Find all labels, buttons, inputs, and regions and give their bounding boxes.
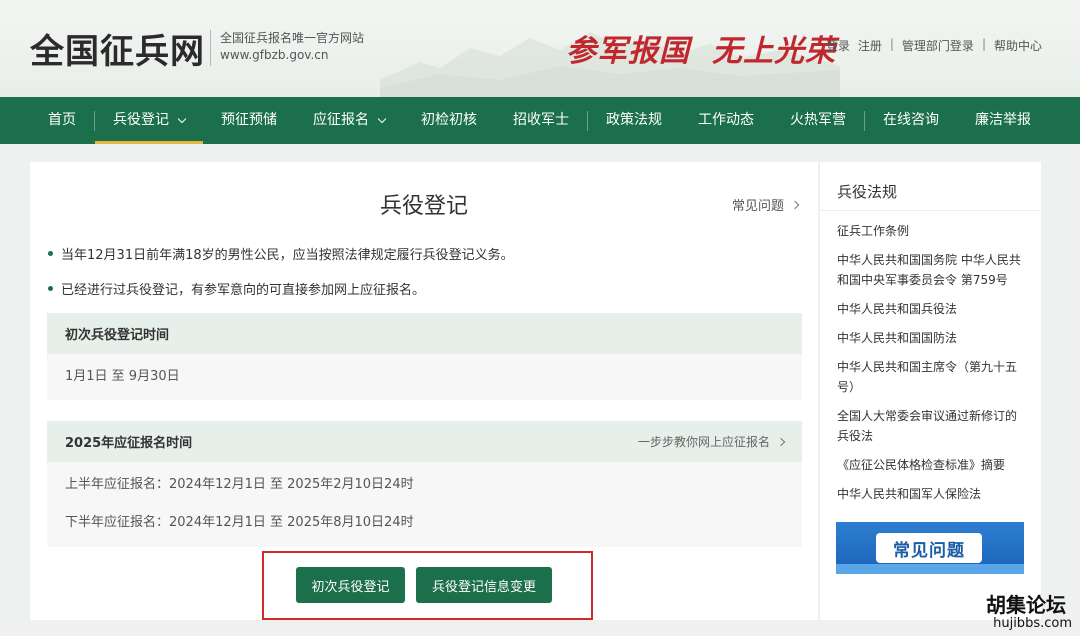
nav-label: 应征报名 [313, 112, 369, 128]
slogan-part2: 无上光荣 [712, 34, 836, 69]
nav-label: 工作动态 [698, 112, 754, 128]
site-header: 全国征兵网 全国征兵报名唯一官方网站 www.gfbzb.gov.cn 参军报国… [0, 0, 1080, 97]
nav-initial-check[interactable]: 初检初核 [403, 97, 495, 144]
enlistment-guide-link[interactable]: 一步步教你网上应征报名 [637, 433, 786, 450]
logo-divider [210, 30, 211, 66]
chevron-right-icon [776, 437, 786, 446]
nav-home[interactable]: 首页 [30, 97, 94, 144]
main-nav: 首页 兵役登记 预征预储 应征报名 初检初核 招收军士 政策法规 工作动态 火热… [0, 97, 1080, 144]
top-links: 登录 注册 | 管理部门登录 | 帮助中心 [826, 37, 1042, 54]
bullet-text: 已经进行过兵役登记，有参军意向的可直接参加网上应征报名。 [61, 282, 426, 298]
law-link[interactable]: 征兵工作条例 [837, 221, 1024, 241]
nav-sergeant-recruitment[interactable]: 招收军士 [495, 97, 587, 144]
law-link[interactable]: 中华人民共和国国务院 中华人民共和国中央军事委员会令 第759号 [837, 250, 1024, 290]
chevron-right-icon [790, 200, 800, 209]
faq-link[interactable]: 常见问题 [731, 195, 800, 214]
login-link[interactable]: 登录 [826, 37, 850, 54]
faq-banner[interactable]: 常见问题 [836, 522, 1024, 574]
nav-label: 招收军士 [513, 112, 569, 128]
box-heading: 2025年应征报名时间 一步步教你网上应征报名 [47, 421, 802, 462]
law-link[interactable]: 中华人民共和国国防法 [837, 328, 1024, 348]
nav-work-news[interactable]: 工作动态 [680, 97, 772, 144]
nav-label: 火热军营 [790, 112, 846, 128]
law-link[interactable]: 中华人民共和国兵役法 [837, 299, 1024, 319]
nav-label: 初检初核 [421, 112, 477, 128]
box-heading-text: 初次兵役登记时间 [65, 328, 170, 343]
watermark-title: 胡集论坛 [986, 593, 1066, 617]
site-logo-title[interactable]: 全国征兵网 [30, 24, 205, 73]
faq-link-label: 常见问题 [731, 199, 784, 214]
law-link[interactable]: 《应征公民体格检查标准》摘要 [837, 455, 1024, 475]
nav-label: 兵役登记 [113, 112, 169, 128]
registration-period: 1月1日 至 9月30日 [65, 369, 180, 384]
nav-pre-recruitment[interactable]: 预征预储 [203, 97, 295, 144]
slogan: 参军报国 无上光荣 [566, 26, 836, 70]
nav-military-camp[interactable]: 火热军营 [772, 97, 864, 144]
nav-policies[interactable]: 政策法规 [588, 97, 680, 144]
nav-enlistment-application[interactable]: 应征报名 [295, 97, 403, 144]
first-registration-box: 初次兵役登记时间 1月1日 至 9月30日 [47, 313, 802, 400]
admin-login-link[interactable]: 管理部门登录 [902, 37, 974, 54]
nav-label: 廉洁举报 [975, 112, 1031, 128]
enlistment-box: 2025年应征报名时间 一步步教你网上应征报名 上半年应征报名：2024年12月… [47, 421, 802, 547]
info-bullets: 当年12月31日前年满18岁的男性公民，应当按照法律规定履行兵役登记义务。 已经… [48, 244, 514, 314]
law-link[interactable]: 中华人民共和国军人保险法 [837, 484, 1024, 504]
link-separator: | [889, 37, 894, 51]
watermark-url: hujibbs.com [993, 616, 1072, 631]
law-link[interactable]: 全国人大常委会审议通过新修订的兵役法 [837, 406, 1024, 446]
nav-label: 政策法规 [606, 112, 662, 128]
faq-banner-label: 常见问题 [876, 533, 982, 563]
chevron-down-icon [377, 114, 387, 123]
side-panel-title: 兵役法规 [820, 162, 1041, 211]
list-item: 当年12月31日前年满18岁的男性公民，应当按照法律规定履行兵役登记义务。 [48, 244, 514, 263]
slogan-part1: 参军报国 [566, 34, 690, 69]
nav-label: 在线咨询 [883, 112, 939, 128]
page-title: 兵役登记 [379, 194, 468, 219]
link-separator: | [981, 37, 986, 51]
register-link[interactable]: 注册 [858, 37, 882, 54]
guide-link-label: 一步步教你网上应征报名 [637, 435, 770, 449]
nav-label: 预征预储 [221, 112, 277, 128]
nav-integrity-report[interactable]: 廉洁举报 [957, 97, 1049, 144]
list-item: 已经进行过兵役登记，有参军意向的可直接参加网上应征报名。 [48, 279, 514, 298]
bullet-text: 当年12月31日前年满18岁的男性公民，应当按照法律规定履行兵役登记义务。 [61, 247, 514, 263]
law-list: 征兵工作条例 中华人民共和国国务院 中华人民共和国中央军事委员会令 第759号 … [820, 211, 1041, 504]
bullet-dot-icon [48, 285, 53, 291]
nav-online-consult[interactable]: 在线咨询 [865, 97, 957, 144]
site-subtitle: 全国征兵报名唯一官方网站 [220, 31, 365, 45]
site-domain: www.gfbzb.gov.cn [220, 48, 329, 62]
box-heading: 初次兵役登记时间 [47, 313, 802, 354]
first-registration-button[interactable]: 初次兵役登记 [296, 567, 405, 603]
box-heading-text: 2025年应征报名时间 [65, 436, 193, 451]
law-link[interactable]: 中华人民共和国主席令（第九十五号） [837, 357, 1024, 397]
second-half-period: 下半年应征报名：2024年12月1日 至 2025年8月10日24时 [65, 515, 414, 530]
bullet-dot-icon [48, 250, 53, 256]
side-panel: 兵役法规 征兵工作条例 中华人民共和国国务院 中华人民共和国中央军事委员会令 第… [820, 162, 1041, 620]
banner-stripe [836, 564, 1024, 574]
nav-label: 首页 [48, 112, 76, 128]
chevron-down-icon [177, 114, 187, 123]
first-half-period: 上半年应征报名：2024年12月1日 至 2025年2月10日24时 [65, 477, 414, 492]
registration-change-button[interactable]: 兵役登记信息变更 [416, 567, 552, 603]
main-panel: 兵役登记 常见问题 当年12月31日前年满18岁的男性公民，应当按照法律规定履行… [30, 162, 818, 620]
nav-military-registration[interactable]: 兵役登记 [95, 97, 203, 144]
help-center-link[interactable]: 帮助中心 [994, 37, 1042, 54]
